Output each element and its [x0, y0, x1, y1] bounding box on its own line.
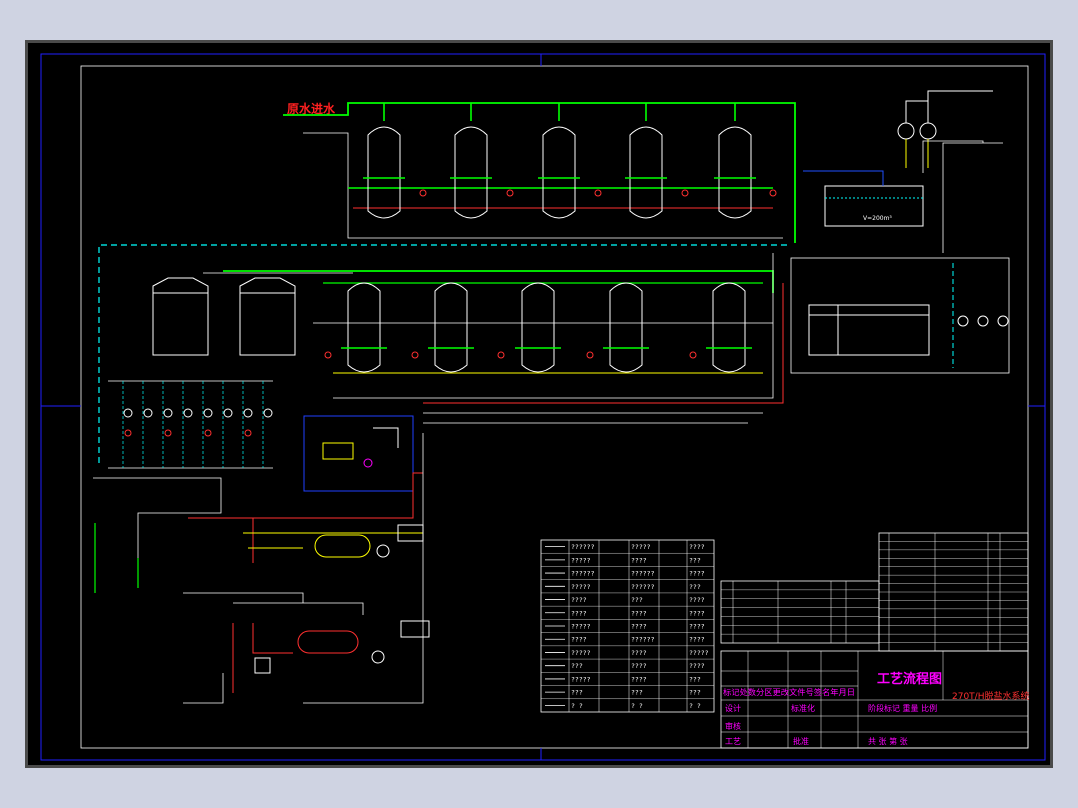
legend-cell: ???? — [689, 570, 705, 578]
drawing-sheet: 原水进水 V=200m³ ?????? ????? ???? ????? ???… — [25, 40, 1053, 768]
middle-filter-2 — [411, 282, 474, 373]
legend-cell: ??? — [689, 689, 701, 697]
compressed-air-line — [188, 472, 423, 563]
legend-cell: ???? — [689, 636, 705, 644]
legend-cell: ????? — [689, 649, 709, 657]
design-label: 设计 — [725, 703, 741, 713]
legend-cell: ??? — [689, 675, 701, 683]
legend-cell: ??? — [571, 662, 583, 670]
top-filter-3 — [538, 103, 602, 219]
legend-cell: ???? — [689, 623, 705, 631]
storage-tank-right — [239, 277, 296, 356]
legend-cell: ???? — [631, 556, 647, 564]
legend-cell: ???? — [571, 636, 587, 644]
legend-cell: ????? — [571, 649, 591, 657]
legend-cell: ?????? — [571, 570, 595, 578]
review-label: 审核 — [725, 721, 741, 731]
top-filter-5 — [714, 103, 777, 219]
raw-water-header — [283, 102, 796, 243]
air-branch-lines — [183, 592, 364, 615]
blue-framed-unit — [303, 415, 414, 492]
legend-cell: ???? — [689, 543, 705, 551]
legend-cell: ??? — [571, 689, 583, 697]
tank-outlet-line — [922, 140, 984, 173]
middle-white-lines — [203, 272, 773, 324]
legend-cell: ??? — [631, 689, 643, 697]
process-label: 工艺 — [725, 737, 741, 746]
legend-cell: ???? — [631, 675, 647, 683]
legend-cell: ????? — [571, 675, 591, 683]
legend-cell: ???? — [631, 609, 647, 617]
legend-table: ????????????????????????????????????????… — [540, 539, 715, 713]
middle-drain-line — [423, 283, 784, 404]
ro-dosing-pumps — [957, 315, 1009, 327]
legend-cell: ??? — [689, 556, 701, 564]
legend-cell: ??? — [689, 583, 701, 591]
air-receiver-upper — [314, 524, 424, 558]
middle-filter-5 — [689, 282, 752, 373]
tank-to-ro-line — [942, 142, 1003, 253]
top-filter-1 — [363, 103, 427, 219]
legend-cell: ? ? — [689, 702, 701, 710]
middle-filter-3 — [497, 282, 561, 373]
legend-cell: ???? — [689, 662, 705, 670]
legend-cell: ???? — [631, 623, 647, 631]
legend-cell: ???? — [689, 596, 705, 604]
sheet-count-label: 共 张 第 张 — [868, 736, 908, 746]
legend-cell: ????? — [571, 623, 591, 631]
equipment-table-right — [878, 532, 1029, 652]
air-receiver-lower — [297, 620, 430, 664]
tank-inlet-line — [803, 170, 884, 186]
top-filter-2 — [450, 103, 514, 219]
raw-water-tank: V=200m³ — [824, 185, 924, 227]
legend-cell: ???? — [571, 596, 587, 604]
legend-cell: ?????? — [631, 570, 655, 578]
middle-outlet-line — [333, 253, 774, 399]
system-name: 270T/H脱盐水系统 — [952, 690, 1029, 702]
legend-cell: ?????? — [571, 543, 595, 551]
approve-label: 批准 — [793, 736, 809, 746]
drawing-title: 工艺流程图 — [877, 671, 942, 687]
chemical-dosing-line — [98, 244, 789, 463]
equipment-table-left — [720, 580, 880, 644]
stage-mark-label: 阶段标记 重量 比例 — [868, 703, 937, 713]
filter-box — [254, 657, 271, 674]
middle-aux-lines — [423, 412, 763, 424]
title-block: 工艺流程图 270T/H脱盐水系统 标记处数分区更改文件号签名年月日 设计 标准… — [720, 650, 1029, 749]
lower-white-lines — [183, 433, 424, 704]
standardize-label: 标准化 — [791, 703, 815, 713]
chlorine-dosing-unit — [322, 427, 399, 468]
legend-cell: ???? — [689, 609, 705, 617]
feed-pump-set — [897, 90, 993, 168]
legend-cell: ????? — [571, 583, 591, 591]
legend-cell: ???? — [571, 609, 587, 617]
middle-filter-1 — [324, 282, 387, 373]
legend-cell: ????? — [631, 543, 651, 551]
dosing-pump-row — [123, 408, 273, 437]
title-header-row: 标记处数分区更改文件号签名年月日 — [723, 687, 855, 697]
legend-cell: ????? — [571, 556, 591, 564]
legend-cell: ???? — [631, 649, 647, 657]
ro-tank — [808, 304, 930, 356]
legend-cell: ???? — [631, 662, 647, 670]
top-filter-4 — [625, 103, 689, 219]
middle-filter-4 — [586, 282, 649, 373]
process-flow-diagram: 原水进水 V=200m³ ?????? ????? ????????? ????… — [40, 53, 1046, 761]
legend-cell: ?????? — [631, 636, 655, 644]
legend-cell: ? ? — [631, 702, 643, 710]
legend-cell: ??? — [631, 596, 643, 604]
source-label: 原水进水 — [287, 101, 336, 116]
dosing-branches — [122, 381, 264, 468]
legend-cell: ?????? — [631, 583, 655, 591]
tank-volume-label: V=200m³ — [863, 215, 892, 222]
storage-tank-left — [152, 277, 209, 356]
middle-header — [223, 270, 774, 293]
legend-cell: ? ? — [571, 702, 583, 710]
dosing-manifold — [108, 380, 273, 469]
